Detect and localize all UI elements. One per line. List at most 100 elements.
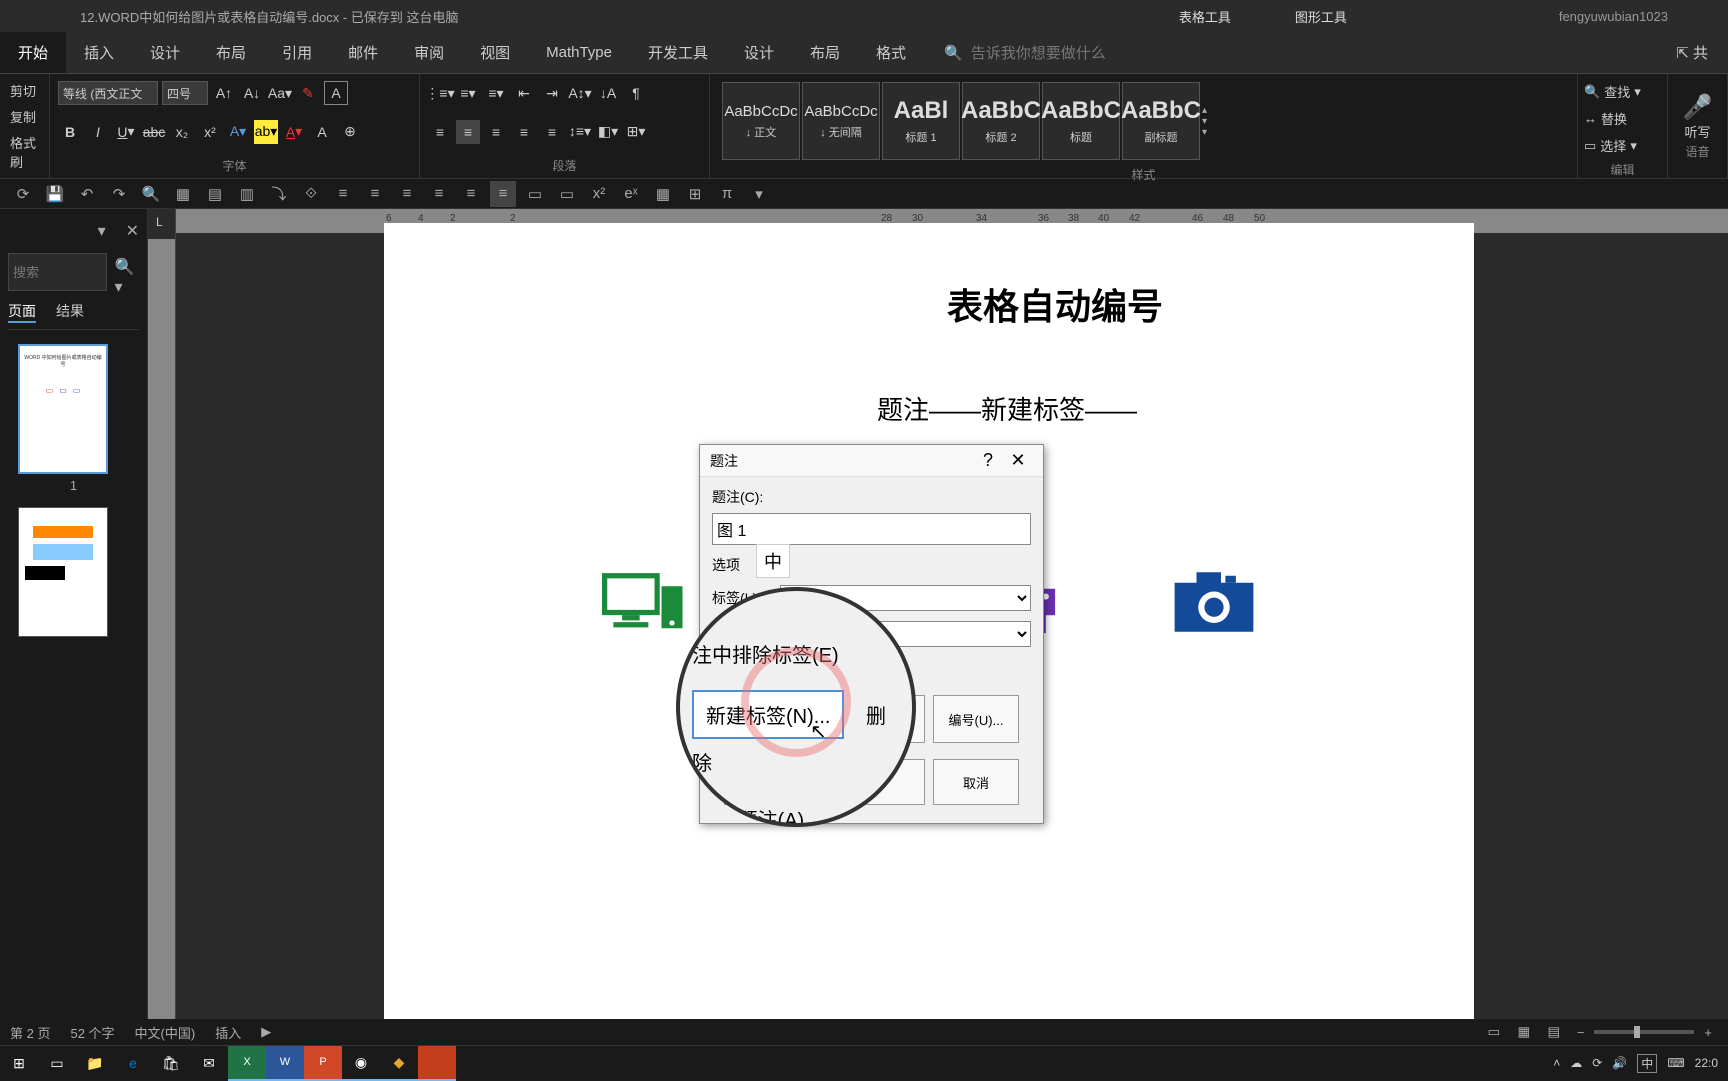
chrome-icon[interactable]: ◉ [342,1046,380,1081]
edge-icon[interactable]: e [114,1046,152,1081]
tray-volume-icon[interactable]: 🔊 [1612,1056,1627,1070]
nav-dropdown-icon[interactable]: ▾ [98,221,106,241]
select-button[interactable]: ▭ 选择 ▾ [1582,132,1663,159]
read-mode-button[interactable]: ▭ [1481,1021,1507,1043]
bullets-button[interactable]: ⋮≡▾ [428,81,452,105]
qat-view3-icon[interactable]: ▥ [234,181,260,207]
distribute-button[interactable]: ≡ [540,120,564,144]
tab-mailings[interactable]: 邮件 [330,32,396,73]
qat-insert-icon[interactable]: ▦ [650,181,676,207]
style-normal[interactable]: AaBbCcDc↓ 正文 [722,82,800,160]
qat-align-l-icon[interactable]: ≡ [426,181,452,207]
qat-preview-icon[interactable]: 🔍 [138,181,164,207]
tray-ime-icon[interactable]: 中 [1637,1054,1657,1073]
styles-gallery[interactable]: AaBbCcDc↓ 正文 AaBbCcDc↓ 无间隔 AaBl标题 1 AaBb… [718,78,1569,164]
search-icon[interactable]: 🔍▾ [111,253,139,301]
tab-home[interactable]: 开始 [0,32,66,73]
qat-view1-icon[interactable]: ▦ [170,181,196,207]
qat-box2-icon[interactable]: ▭ [554,181,580,207]
format-painter-button[interactable]: 格式刷 [8,130,41,174]
nav-tab-results[interactable]: 结果 [56,301,84,323]
dialog-help-button[interactable]: ? [973,446,1003,476]
tab-layout[interactable]: 布局 [198,32,264,73]
context-tab-drawing[interactable]: 图形工具 [1283,0,1359,34]
underline-button[interactable]: U▾ [114,120,138,144]
qat-align-c-icon[interactable]: ≡ [458,181,484,207]
text-effects-button[interactable]: A▾ [226,120,250,144]
shrink-font-button[interactable]: A↓ [240,81,264,105]
tab-review[interactable]: 审阅 [396,32,462,73]
qat-break-icon[interactable]: ⤵ [266,181,292,207]
tab-developer[interactable]: 开发工具 [630,32,726,73]
subscript-button[interactable]: x₂ [170,120,194,144]
clear-formatting-button[interactable]: ✎ [296,81,320,105]
tray-cloud-icon[interactable]: ☁ [1570,1056,1582,1070]
sort-button[interactable]: ↓A [596,81,620,105]
borders-button[interactable]: ⊞▾ [624,120,648,144]
tab-view[interactable]: 视图 [462,32,528,73]
status-macro-icon[interactable]: ▶ [261,1024,271,1040]
qat-sync-icon[interactable]: ⟳ [10,181,36,207]
qat-overflow-icon[interactable]: ▾ [746,181,772,207]
status-language[interactable]: 中文(中国) [135,1023,196,1042]
qat-crop-icon[interactable]: ⟐ [298,181,324,207]
nav-close-icon[interactable]: ✕ [126,221,139,241]
tray-ime2-icon[interactable]: ⌨ [1667,1056,1684,1070]
qat-ruler-icon[interactable]: ⊞ [682,181,708,207]
line-spacing-button[interactable]: ↕≡▾ [568,120,592,144]
qat-box1-icon[interactable]: ▭ [522,181,548,207]
app2-icon[interactable] [418,1046,456,1081]
replace-button[interactable]: ↔ 替换 [1582,105,1663,132]
align-left-button[interactable]: ≡ [428,120,452,144]
qat-more1-icon[interactable]: ≡ [330,181,356,207]
qat-redo-icon[interactable]: ↷ [106,181,132,207]
tab-layout2[interactable]: 布局 [792,32,858,73]
tray-time[interactable]: 22:0 [1695,1056,1718,1070]
zoom-slider[interactable] [1594,1030,1694,1034]
font-size-select[interactable] [162,81,208,105]
style-heading2[interactable]: AaBbC标题 2 [962,82,1040,160]
document-area[interactable]: 6 4 2 2 28 30 34 36 38 40 42 46 48 50 表格… [176,209,1728,1049]
align-right-button[interactable]: ≡ [484,120,508,144]
page-thumbnail-1[interactable]: WORD 中如何给图片或表格自动编号 ▭▭▭ [18,344,108,474]
mail-icon[interactable]: ✉ [190,1046,228,1081]
style-nospacing[interactable]: AaBbCcDc↓ 无间隔 [802,82,880,160]
style-subtitle[interactable]: AaBbC副标题 [1122,82,1200,160]
tab-insert[interactable]: 插入 [66,32,132,73]
italic-button[interactable]: I [86,120,110,144]
change-case-button[interactable]: Aa▾ [268,81,292,105]
show-marks-button[interactable]: ¶ [624,81,648,105]
bold-button[interactable]: B [58,120,82,144]
qat-pi-icon[interactable]: π [714,181,740,207]
qat-math1-icon[interactable]: x² [586,181,612,207]
qat-more2-icon[interactable]: ≡ [362,181,388,207]
nav-tab-pages[interactable]: 页面 [8,301,36,323]
cut-button[interactable]: 剪切 [8,78,41,103]
tab-format[interactable]: 格式 [858,32,924,73]
numbering-button[interactable]: 编号(U)... [933,695,1019,743]
share-button[interactable]: ⇱ 共 [1676,42,1708,63]
dialog-close-button[interactable]: ✕ [1003,446,1033,476]
qat-save-icon[interactable]: 💾 [42,181,68,207]
qat-view2-icon[interactable]: ▤ [202,181,228,207]
context-tab-table[interactable]: 表格工具 [1167,0,1243,34]
tab-design2[interactable]: 设计 [726,32,792,73]
dialog-titlebar[interactable]: 题注 ? ✕ [700,445,1043,477]
page-thumbnail-2[interactable] [18,507,108,637]
char-shading-button[interactable]: A [310,120,334,144]
enclose-button[interactable]: ⊕ [338,120,362,144]
phonetic-button[interactable]: A [324,81,348,105]
tray-sync-icon[interactable]: ⟳ [1592,1056,1602,1070]
tab-mathtype[interactable]: MathType [528,34,630,71]
nav-search-input[interactable] [8,253,107,291]
tab-design[interactable]: 设计 [132,32,198,73]
qat-align-r-icon[interactable]: ≡ [490,181,516,207]
font-color-button[interactable]: A▾ [282,120,306,144]
font-family-select[interactable] [58,81,158,105]
web-layout-button[interactable]: ▤ [1541,1021,1567,1043]
zoom-out-button[interactable]: − [1571,1025,1591,1040]
cancel-button[interactable]: 取消 [933,759,1019,805]
find-button[interactable]: 🔍 查找 ▾ [1582,78,1663,105]
user-name[interactable]: fengyuwubian1023 [1559,9,1668,24]
qat-math2-icon[interactable]: eˣ [618,181,644,207]
